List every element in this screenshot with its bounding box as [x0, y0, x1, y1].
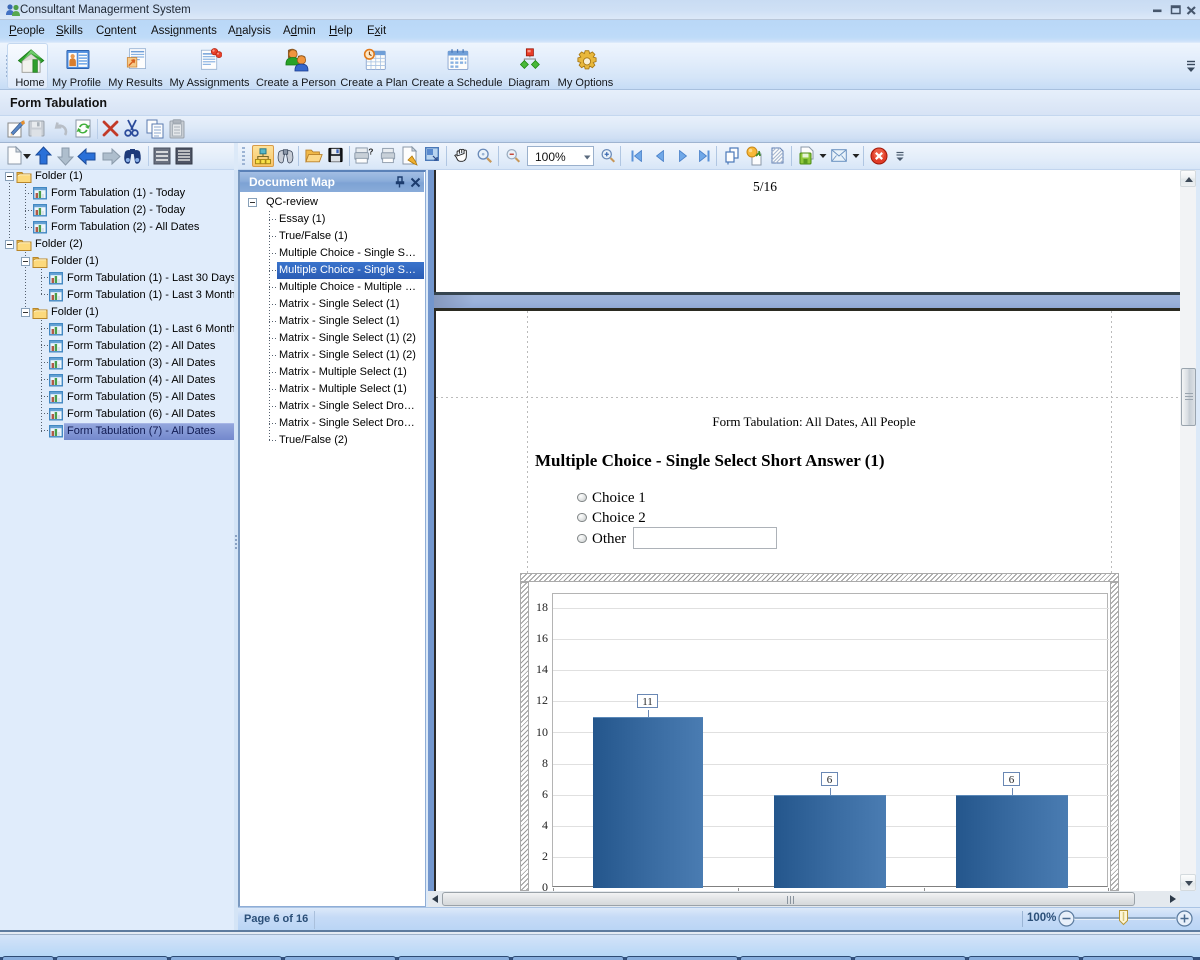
svg-text:?: ? [368, 147, 373, 157]
